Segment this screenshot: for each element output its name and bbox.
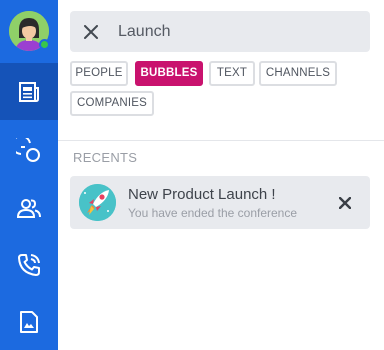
sidebar-item-conference[interactable] xyxy=(0,122,58,179)
sidebar xyxy=(0,0,58,350)
filter-people[interactable]: PEOPLE xyxy=(70,61,128,86)
close-icon xyxy=(84,24,98,39)
sidebar-item-news[interactable] xyxy=(0,63,58,120)
filter-bubbles[interactable]: BUBBLES xyxy=(135,61,203,86)
filter-companies[interactable]: COMPANIES xyxy=(70,91,154,116)
files-icon xyxy=(20,310,38,333)
filter-text[interactable]: TEXT xyxy=(209,61,255,86)
main-panel: PEOPLE BUBBLES TEXT CHANNELS COMPANIES R… xyxy=(58,0,384,350)
clear-search-button[interactable] xyxy=(70,11,112,52)
recent-item-title: New Product Launch ! xyxy=(128,186,276,203)
user-avatar[interactable] xyxy=(9,11,50,51)
conference-icon xyxy=(16,137,40,162)
recents-heading: RECENTS xyxy=(73,150,138,165)
filter-channels[interactable]: CHANNELS xyxy=(259,61,337,86)
remove-recent-button[interactable] xyxy=(334,192,356,214)
presence-indicator xyxy=(39,39,50,50)
news-icon xyxy=(19,81,39,102)
divider xyxy=(58,140,384,141)
sidebar-item-files[interactable] xyxy=(0,293,58,350)
phone-icon xyxy=(18,253,40,276)
sidebar-item-contacts[interactable] xyxy=(0,179,58,236)
recent-item-subtitle: You have ended the conference xyxy=(128,206,298,220)
recent-item[interactable]: New Product Launch ! You have ended the … xyxy=(70,176,370,229)
search-input[interactable] xyxy=(112,11,352,52)
close-icon xyxy=(339,197,351,209)
search-bar xyxy=(70,11,370,52)
sidebar-item-calls[interactable] xyxy=(0,236,58,293)
contacts-icon xyxy=(16,198,41,218)
bubble-avatar xyxy=(79,184,116,221)
rocket-icon xyxy=(79,184,116,221)
